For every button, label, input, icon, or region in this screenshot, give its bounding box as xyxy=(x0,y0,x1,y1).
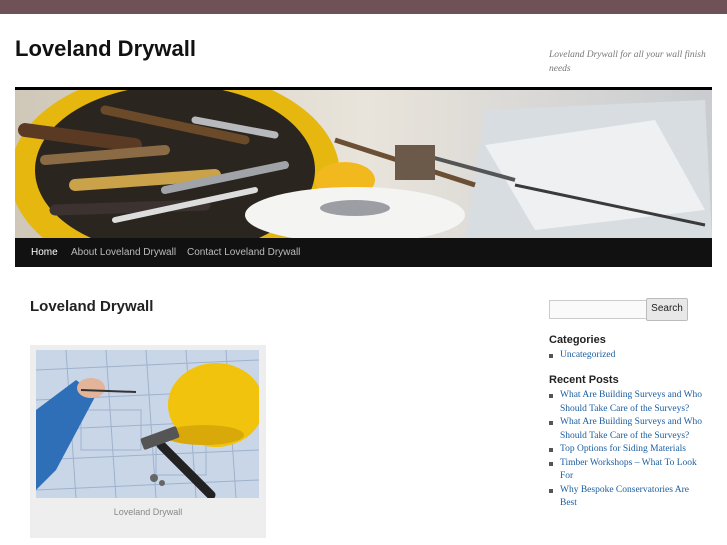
header-banner-image[interactable] xyxy=(15,90,712,238)
recent-post-item: What Are Building Surveys and Who Should… xyxy=(549,389,704,416)
post-image[interactable] xyxy=(36,350,259,498)
nav-item-about[interactable]: About Loveland Drywall xyxy=(71,238,176,267)
site-title[interactable]: Loveland Drywall xyxy=(15,36,196,62)
post-image-figure: Loveland Drywall xyxy=(30,345,266,538)
nav-item-home[interactable]: Home xyxy=(31,238,58,267)
recent-post-item: What Are Building Surveys and Who Should… xyxy=(549,416,704,443)
search-button[interactable]: Search xyxy=(646,298,688,321)
top-band xyxy=(0,0,727,14)
search-input[interactable] xyxy=(549,300,647,319)
nav-item-contact[interactable]: Contact Loveland Drywall xyxy=(187,238,300,267)
categories-heading: Categories xyxy=(549,334,606,346)
bullet-icon xyxy=(549,461,553,466)
main-navigation: Home About Loveland Drywall Contact Love… xyxy=(15,238,712,267)
recent-post-link[interactable]: Timber Workshops – What To Look For xyxy=(560,458,697,482)
page: Loveland Drywall Loveland Drywall for al… xyxy=(0,14,727,545)
category-item: Uncategorized xyxy=(549,349,704,363)
post-image-caption: Loveland Drywall xyxy=(113,507,183,517)
category-link-uncategorized[interactable]: Uncategorized xyxy=(560,350,615,360)
recent-post-item: Timber Workshops – What To Look For xyxy=(549,457,704,484)
categories-list: Uncategorized xyxy=(549,349,704,363)
recent-post-link[interactable]: Why Bespoke Conservatories Are Best xyxy=(560,485,689,509)
bullet-icon xyxy=(549,354,553,358)
bullet-icon xyxy=(549,448,553,452)
recent-posts-heading: Recent Posts xyxy=(549,374,619,386)
recent-post-link[interactable]: What Are Building Surveys and Who Should… xyxy=(560,390,702,414)
recent-post-item: Why Bespoke Conservatories Are Best xyxy=(549,484,704,511)
bullet-icon xyxy=(549,394,553,398)
recent-post-link[interactable]: Top Options for Siding Materials xyxy=(560,444,686,454)
bullet-icon xyxy=(549,488,553,493)
recent-posts-list: What Are Building Surveys and Who Should… xyxy=(549,389,704,511)
recent-post-link[interactable]: What Are Building Surveys and Who Should… xyxy=(560,417,702,441)
post-title[interactable]: Loveland Drywall xyxy=(30,298,153,315)
site-tagline: Loveland Drywall for all your wall finis… xyxy=(549,50,706,74)
recent-post-item: Top Options for Siding Materials xyxy=(549,443,704,457)
bullet-icon xyxy=(549,421,553,425)
